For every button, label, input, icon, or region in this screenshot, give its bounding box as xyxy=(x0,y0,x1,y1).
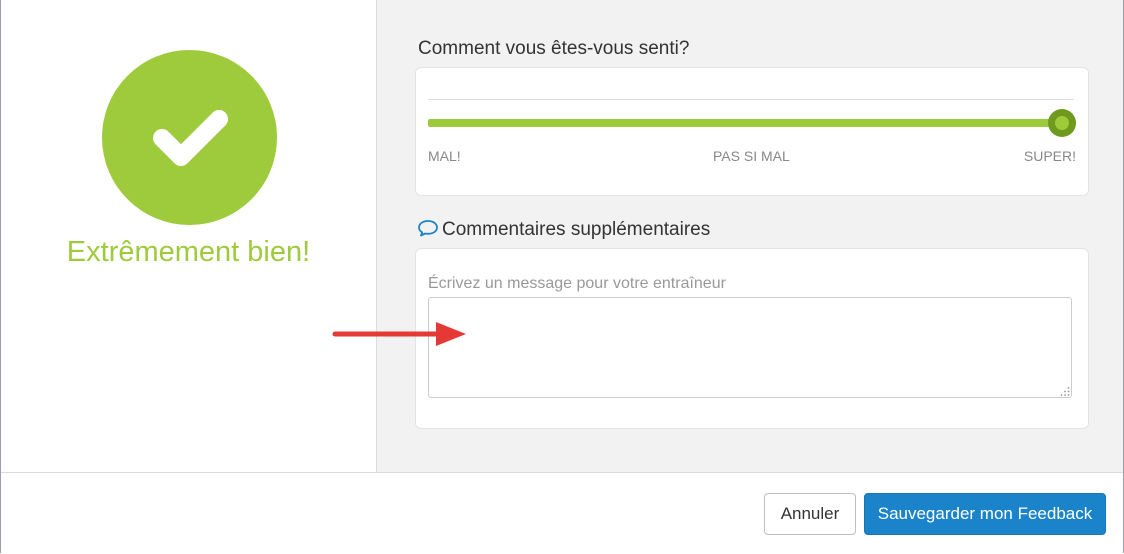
feedback-modal: Extrêmement bien! Comment vous êtes-vous… xyxy=(0,0,1124,553)
modal-footer: Annuler Sauvegarder mon Feedback xyxy=(1,472,1123,553)
feeling-slider-handle[interactable] xyxy=(1048,109,1076,137)
checkmark-icon xyxy=(102,50,277,225)
scale-label-max: SUPER! xyxy=(1023,148,1076,164)
save-feedback-button[interactable]: Sauvegarder mon Feedback xyxy=(864,493,1106,535)
comments-card: Écrivez un message pour votre entraîneur xyxy=(415,248,1089,429)
mood-summary-panel: Extrêmement bien! xyxy=(1,0,377,472)
feeling-slider-card: MAL! PAS SI MAL SUPER! xyxy=(415,67,1089,196)
red-arrow-annotation xyxy=(332,322,466,346)
feeling-slider-track[interactable] xyxy=(428,119,1064,127)
scale-label-mid: PAS SI MAL xyxy=(713,148,790,164)
message-field-label: Écrivez un message pour votre entraîneur xyxy=(428,275,726,292)
feeling-question: Comment vous êtes-vous senti? xyxy=(418,38,690,59)
comments-title: Commentaires supplémentaires xyxy=(442,219,711,240)
mood-status-text: Extrêmement bien! xyxy=(66,236,311,268)
chat-bubble-icon xyxy=(417,219,439,237)
cancel-button[interactable]: Annuler xyxy=(764,493,856,535)
scale-label-min: MAL! xyxy=(428,148,461,164)
message-input[interactable] xyxy=(428,297,1072,398)
resize-grip-icon[interactable] xyxy=(1060,386,1070,396)
comments-heading: Commentaires supplémentaires xyxy=(417,219,710,241)
divider xyxy=(428,99,1074,100)
